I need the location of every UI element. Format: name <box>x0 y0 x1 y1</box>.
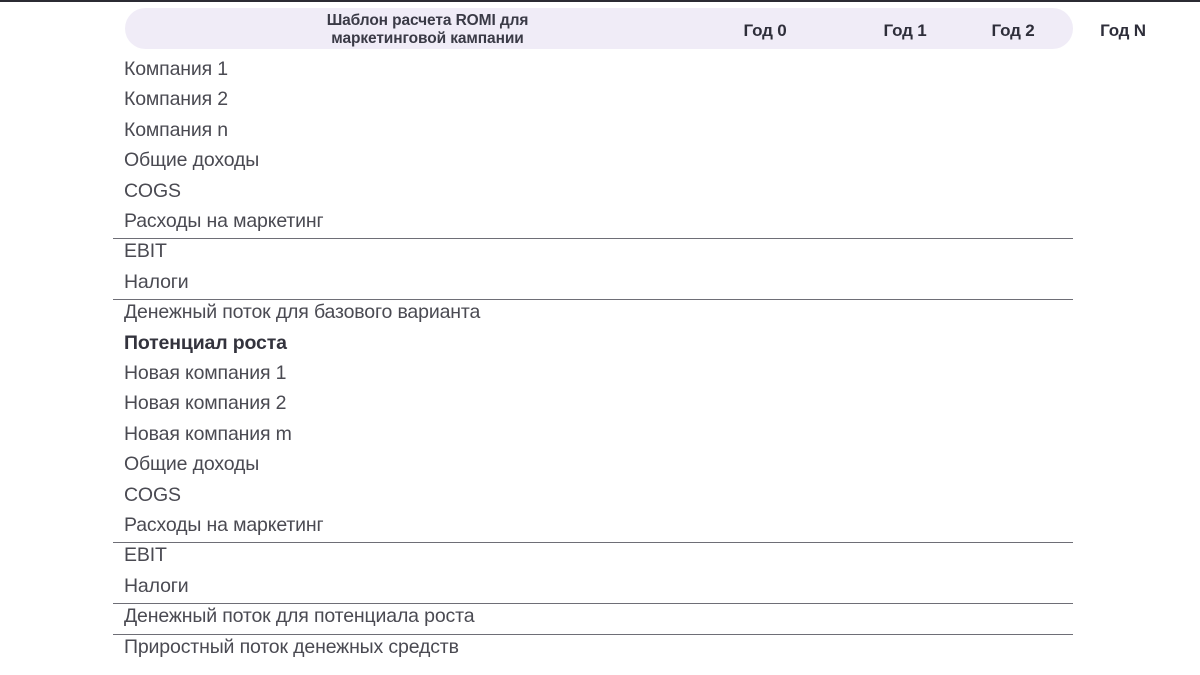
table-row: Общие доходы <box>113 147 1073 177</box>
table-header-bar: Шаблон расчета ROMI для маркетинговой ка… <box>125 8 1146 49</box>
table-row: Налоги <box>113 269 1073 299</box>
column-header-year-n: Год N <box>1100 21 1146 40</box>
row-label: Новая компания 2 <box>124 392 287 415</box>
table-row: Приростный поток денежных средств <box>113 633 1073 664</box>
row-label: Налоги <box>124 270 189 293</box>
column-header-year-2: Год 2 <box>991 21 1035 40</box>
row-label: COGS <box>124 483 181 506</box>
column-header-year-0: Год 0 <box>743 21 787 40</box>
row-label: Денежный поток для базового варианта <box>124 301 481 324</box>
table-row: Новая компания 1 <box>113 360 1073 390</box>
table-row: Налоги <box>113 573 1073 603</box>
row-label: Новая компания m <box>124 422 292 445</box>
table-row: Расходы на маркетинг <box>113 512 1073 542</box>
column-header-year-1: Год 1 <box>883 21 927 40</box>
row-label: Налоги <box>124 574 189 597</box>
row-label: Компания 2 <box>124 88 228 111</box>
page-title-line-2: маркетинговой кампании <box>331 29 524 47</box>
row-label: Новая компания 1 <box>124 362 287 384</box>
row-label: Расходы на маркетинг <box>124 210 324 232</box>
table-row: Новая компания m <box>113 421 1073 451</box>
row-label: EBIT <box>124 544 167 567</box>
table-row: EBIT <box>113 542 1073 572</box>
row-label: EBIT <box>124 240 167 263</box>
slide-top-border <box>0 0 1200 2</box>
table-row: Новая компания 2 <box>113 390 1073 420</box>
table-row: Компания 2 <box>113 86 1073 116</box>
row-label: Компания n <box>124 118 228 141</box>
table-row: Общие доходы <box>113 451 1073 481</box>
row-label: Общие доходы <box>124 453 260 476</box>
row-label: Потенциал роста <box>124 331 287 354</box>
page-title: Шаблон расчета ROMI для маркетинговой ка… <box>225 12 630 47</box>
row-label: Общие доходы <box>124 149 260 172</box>
table-row: Расходы на маркетинг <box>113 208 1073 238</box>
table-row: Компания n <box>113 117 1073 147</box>
row-label: COGS <box>124 179 181 202</box>
table-row: Потенциал роста <box>113 330 1073 360</box>
slide-canvas: Шаблон расчета ROMI для маркетинговой ка… <box>0 0 1200 675</box>
table-row: EBIT <box>113 238 1073 268</box>
row-label: Расходы на маркетинг <box>124 514 324 536</box>
table-row: COGS <box>113 482 1073 512</box>
table-row: Компания 1 <box>113 56 1073 86</box>
row-label: Денежный поток для потенциала роста <box>124 605 475 628</box>
table-row: Денежный поток для базового варианта <box>113 299 1073 329</box>
table-row: COGS <box>113 178 1073 208</box>
table-row: Денежный поток для потенциала роста <box>113 603 1073 633</box>
row-label: Компания 1 <box>124 58 228 80</box>
page-title-line-1: Шаблон расчета ROMI для <box>326 12 529 29</box>
row-label: Приростный поток денежных средств <box>124 635 459 658</box>
